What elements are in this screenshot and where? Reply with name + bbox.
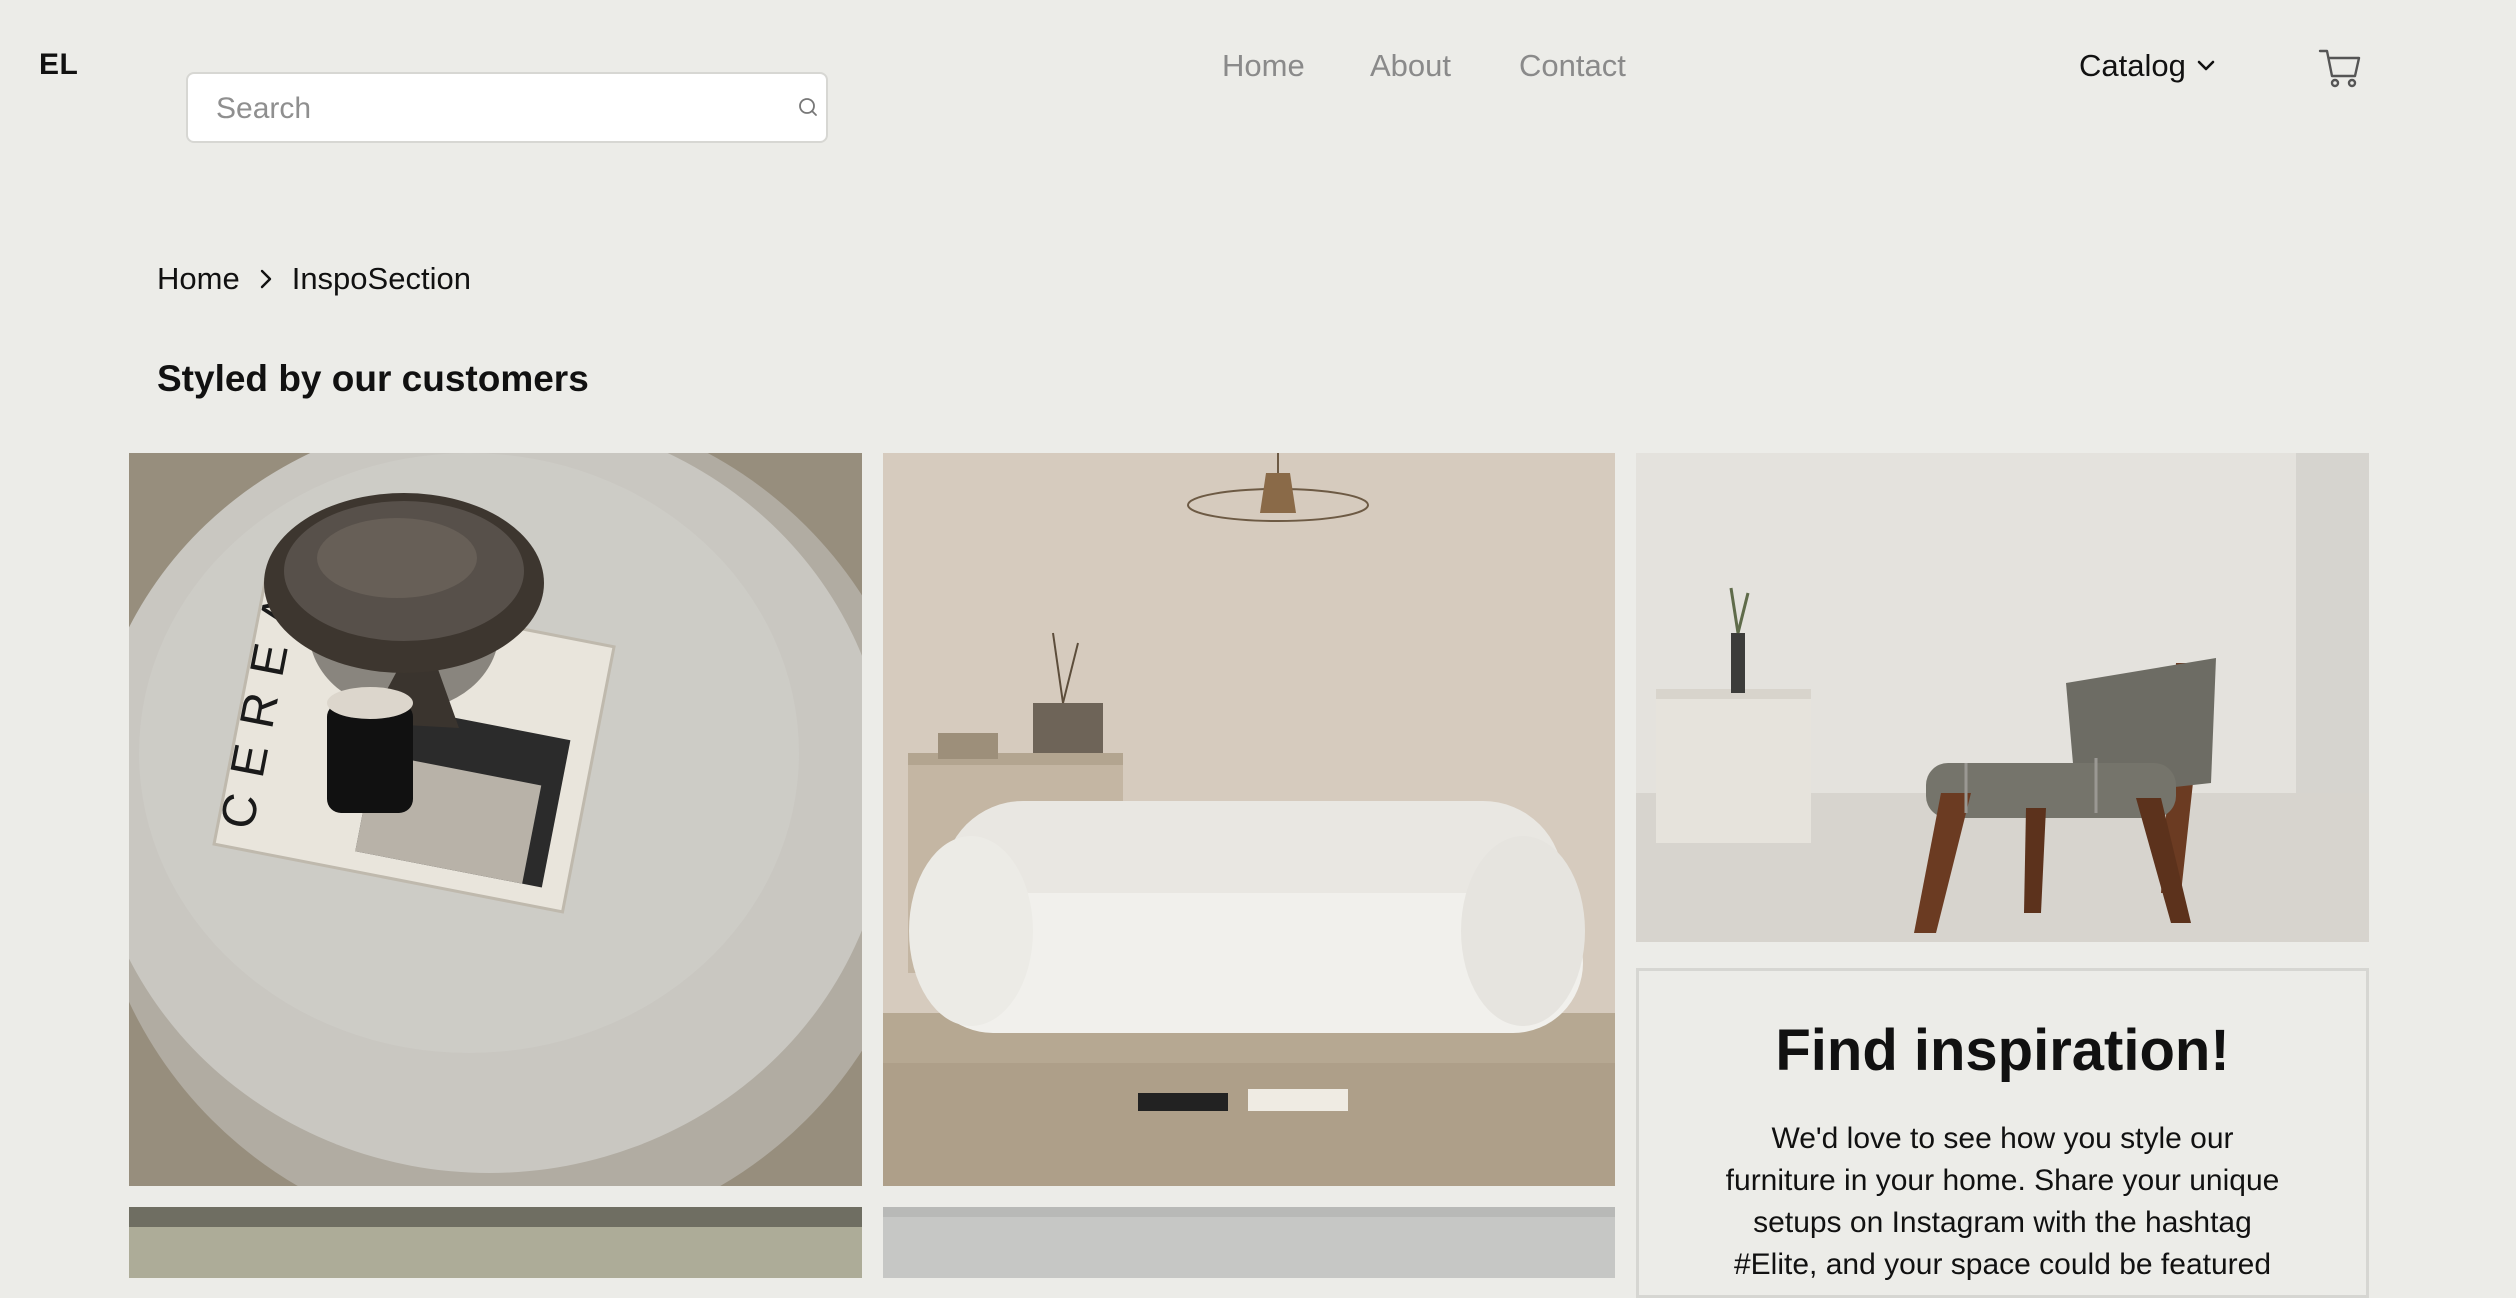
nav-about-link[interactable]: About	[1370, 48, 1451, 84]
breadcrumb-home[interactable]: Home	[157, 261, 240, 297]
page-title: Styled by our customers	[157, 358, 589, 399]
catalog-label: Catalog	[2079, 48, 2186, 83]
gallery-image-5[interactable]	[883, 1207, 1615, 1278]
nav-contact-link[interactable]: Contact	[1519, 48, 1626, 84]
nav-home-link[interactable]: Home	[1222, 48, 1305, 84]
chevron-right-icon	[260, 269, 271, 289]
card-heading: Find inspiration!	[1775, 1018, 2230, 1083]
logo[interactable]: EL	[39, 48, 78, 82]
chevron-down-icon	[2197, 60, 2215, 71]
gallery-image-armchair[interactable]	[1636, 453, 2369, 942]
breadcrumb: Home InspoSection	[157, 261, 471, 297]
cart-icon[interactable]	[2317, 44, 2363, 90]
search-input[interactable]	[214, 74, 778, 143]
search-icon[interactable]	[796, 95, 820, 119]
gallery-image-4[interactable]	[129, 1207, 862, 1278]
card-text: We'd love to see how you style our furni…	[1725, 1122, 2280, 1281]
gallery-image-sofa[interactable]	[883, 453, 1615, 1186]
breadcrumb-current: InspoSection	[291, 261, 471, 296]
gallery-image-table[interactable]: CEREAL	[129, 453, 862, 1186]
search-box[interactable]	[186, 72, 828, 143]
catalog-dropdown[interactable]: Catalog	[2079, 48, 2218, 84]
inspiration-card: Find inspiration! We'd love to see how y…	[1636, 968, 2369, 1298]
